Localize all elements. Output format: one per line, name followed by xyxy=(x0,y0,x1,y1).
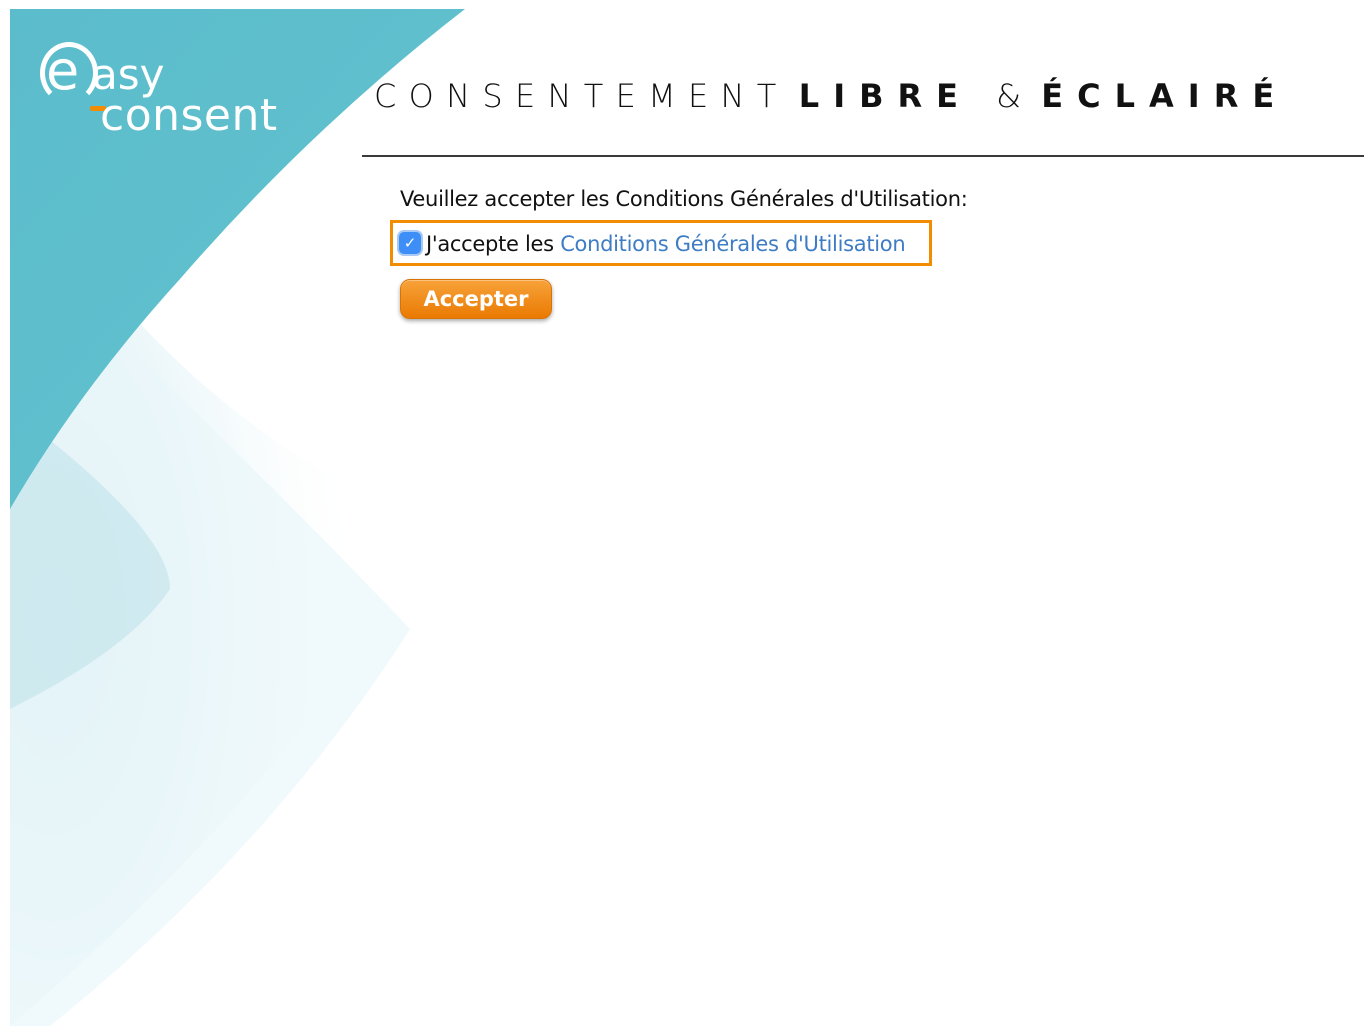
consent-page: e asy consent CONSENTEMENT LIBRE & ÉCLAI… xyxy=(0,0,1364,1026)
terms-link[interactable]: Conditions Générales d'Utilisation xyxy=(560,232,905,256)
title-consentement: CONSENTEMENT xyxy=(374,77,789,115)
left-edge xyxy=(0,0,10,1026)
title-libre: LIBRE xyxy=(798,77,972,115)
page-title: CONSENTEMENT LIBRE & ÉCLAIRÉ xyxy=(374,76,1288,116)
header-divider xyxy=(362,155,1364,157)
title-eclaire: ÉCLAIRÉ xyxy=(1041,77,1289,115)
accept-terms-checkbox[interactable]: ✓ xyxy=(399,232,421,254)
checkmark-icon: ✓ xyxy=(403,233,417,252)
logo-e-letter: e xyxy=(46,39,80,102)
terms-prompt: Veuillez accepter les Conditions Général… xyxy=(400,187,968,211)
accept-button[interactable]: Accepter xyxy=(400,279,552,319)
title-ampersand: & xyxy=(996,77,1022,115)
accept-terms-label[interactable]: J'accepte les Conditions Générales d'Uti… xyxy=(426,229,906,259)
easy-consent-logo[interactable]: e asy consent xyxy=(34,36,294,146)
accept-terms-prefix: J'accepte les xyxy=(426,232,561,256)
background-swoosh xyxy=(10,9,465,1026)
logo-word-consent: consent xyxy=(100,90,278,141)
